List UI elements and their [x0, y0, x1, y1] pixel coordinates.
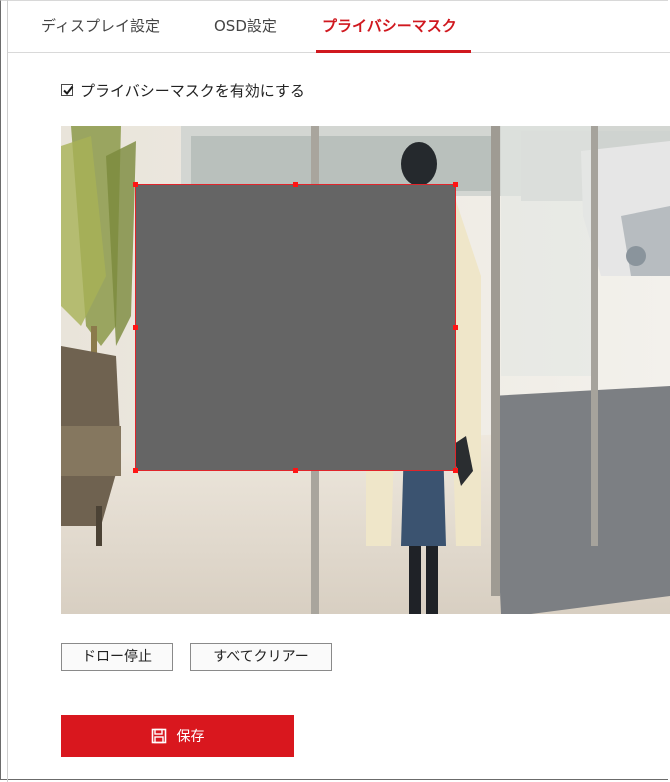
mask-handle-middle-left[interactable] — [133, 325, 138, 330]
mask-handle-top-right[interactable] — [453, 182, 458, 187]
mask-handle-bottom-center[interactable] — [293, 468, 298, 473]
checkmark-icon — [63, 85, 74, 96]
enable-privacy-mask-label: プライバシーマスクを有効にする — [80, 81, 305, 100]
mask-handle-top-center[interactable] — [293, 182, 298, 187]
tab-osd-settings[interactable]: OSD設定 — [214, 0, 277, 52]
clear-all-button[interactable]: すべてクリアー — [190, 643, 332, 671]
save-icon — [151, 728, 166, 744]
tab-privacy-mask[interactable]: プライバシーマスク — [316, 0, 471, 53]
enable-privacy-mask-checkbox[interactable] — [61, 84, 74, 96]
stop-drawing-button[interactable]: ドロー停止 — [61, 643, 173, 671]
mask-handle-top-left[interactable] — [133, 182, 138, 187]
privacy-mask-region[interactable] — [135, 184, 456, 471]
tab-bar: ディスプレイ設定 OSD設定 プライバシーマスク — [8, 0, 670, 53]
panel-divider — [7, 0, 8, 782]
mask-handle-bottom-left[interactable] — [133, 468, 138, 473]
enable-privacy-mask-row[interactable]: プライバシーマスクを有効にする — [61, 80, 305, 100]
save-button[interactable]: 保存 — [61, 715, 294, 757]
mask-handle-bottom-right[interactable] — [453, 468, 458, 473]
mask-handle-middle-right[interactable] — [453, 325, 458, 330]
video-preview[interactable] — [61, 126, 670, 614]
tab-display-settings[interactable]: ディスプレイ設定 — [41, 0, 160, 52]
save-button-label: 保存 — [176, 729, 205, 745]
